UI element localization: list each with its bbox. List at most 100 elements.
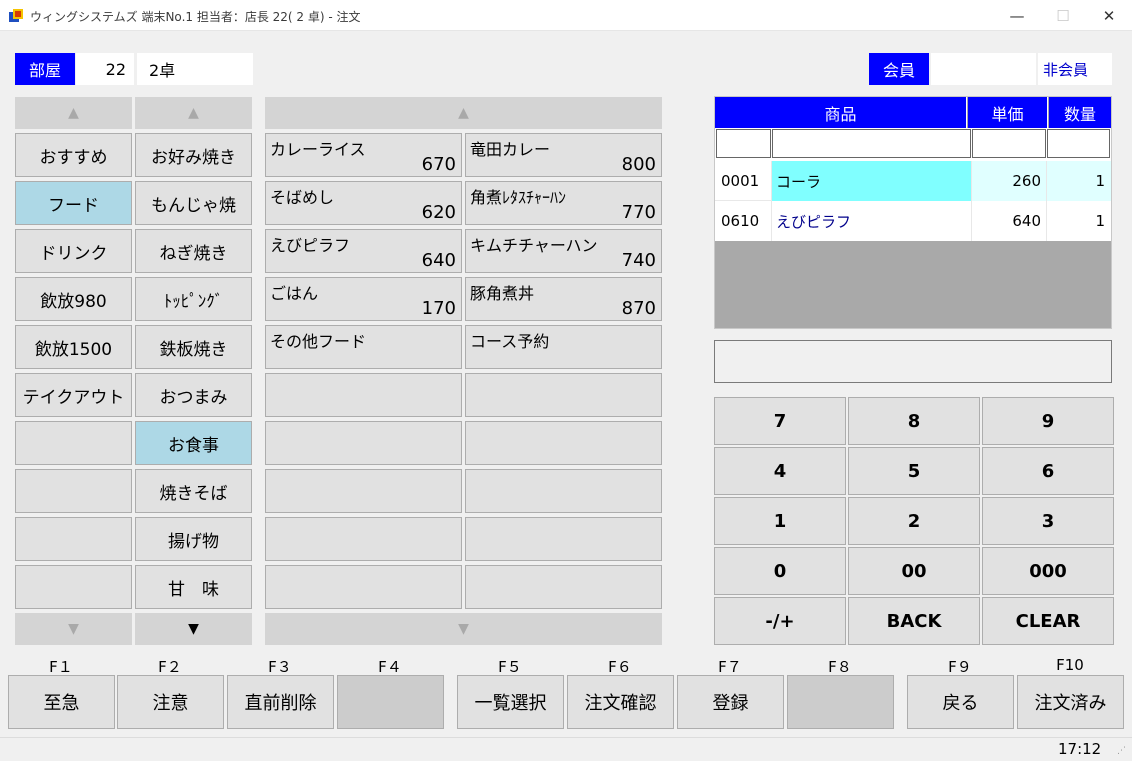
- category2-scroll-up-button[interactable]: ▲: [135, 97, 252, 129]
- resize-grip-icon[interactable]: ⋰: [1117, 746, 1126, 756]
- menu-item-button[interactable]: [465, 421, 662, 465]
- member-status: 非会員: [1038, 53, 1112, 85]
- category-button[interactable]: 焼きそば: [135, 469, 252, 513]
- keypad-key-button[interactable]: -/+: [714, 597, 846, 645]
- function-key-label: F６: [608, 658, 632, 676]
- category2-scroll-down-button[interactable]: ▼: [135, 613, 252, 645]
- keypad-key-button[interactable]: BACK: [848, 597, 980, 645]
- function-key-button[interactable]: [337, 675, 444, 729]
- category-button[interactable]: ドリンク: [15, 229, 132, 273]
- category-button[interactable]: [15, 469, 132, 513]
- keypad-key-button[interactable]: 1: [714, 497, 846, 545]
- function-key-button[interactable]: 戻る: [907, 675, 1014, 729]
- keypad-key-button[interactable]: CLEAR: [982, 597, 1114, 645]
- category-button[interactable]: フード: [15, 181, 132, 225]
- category-button[interactable]: もんじゃ焼: [135, 181, 252, 225]
- menu-item-button[interactable]: [265, 469, 462, 513]
- room-number-field[interactable]: 22: [76, 53, 134, 85]
- menu-item-button[interactable]: その他フード: [265, 325, 462, 369]
- menu-item-button[interactable]: [465, 517, 662, 561]
- menu-item-name: えびピラフ: [270, 236, 351, 255]
- menu-item-button[interactable]: カレーライス 670: [265, 133, 462, 177]
- order-row[interactable]: 0610 えびピラフ 640 1: [715, 201, 1111, 241]
- order-row-name: えびピラフ: [776, 212, 852, 231]
- keypad-key-button[interactable]: 4: [714, 447, 846, 495]
- category-button[interactable]: 飲放1500: [15, 325, 132, 369]
- status-bar: 17:12 ⋰: [0, 737, 1132, 761]
- qty-input[interactable]: [1047, 129, 1110, 158]
- price-input[interactable]: [972, 129, 1046, 158]
- keypad-key-button[interactable]: 3: [982, 497, 1114, 545]
- name-input[interactable]: [772, 129, 971, 158]
- menu-item-button[interactable]: [265, 517, 462, 561]
- order-header-item: 商品: [715, 97, 967, 128]
- category-button[interactable]: ねぎ焼き: [135, 229, 252, 273]
- category1-scroll-up-button[interactable]: ▲: [15, 97, 132, 129]
- menu-scroll-up-button[interactable]: ▲: [265, 97, 662, 129]
- order-row-code: 0001: [721, 172, 760, 190]
- menu-item-button[interactable]: ごはん 170: [265, 277, 462, 321]
- keypad-key-button[interactable]: 5: [848, 447, 980, 495]
- menu-item-button[interactable]: 竜田カレー 800: [465, 133, 662, 177]
- keypad-key-button[interactable]: 2: [848, 497, 980, 545]
- function-key-button[interactable]: 注文済み: [1017, 675, 1124, 729]
- menu-item-button[interactable]: キムチチャーハン 740: [465, 229, 662, 273]
- table-name-field[interactable]: 2卓: [137, 53, 253, 85]
- order-input-row[interactable]: [715, 128, 1111, 161]
- category-button[interactable]: ﾄｯﾋﾟﾝｸﾞ: [135, 277, 252, 321]
- menu-item-button[interactable]: 角煮ﾚﾀｽﾁｬｰﾊﾝ 770: [465, 181, 662, 225]
- menu-item-name: 豚角煮丼: [470, 284, 535, 303]
- menu-item-button[interactable]: そばめし 620: [265, 181, 462, 225]
- category-button[interactable]: [15, 517, 132, 561]
- code-input[interactable]: [716, 129, 771, 158]
- keypad-key-button[interactable]: 8: [848, 397, 980, 445]
- function-key-button[interactable]: 至急: [8, 675, 115, 729]
- menu-item-button[interactable]: [465, 469, 662, 513]
- category-button[interactable]: おつまみ: [135, 373, 252, 417]
- function-key-button[interactable]: [787, 675, 894, 729]
- minimize-button[interactable]: —: [994, 0, 1040, 31]
- category-button[interactable]: [15, 421, 132, 465]
- close-button[interactable]: ✕: [1086, 0, 1132, 31]
- keypad-key-button[interactable]: 7: [714, 397, 846, 445]
- category-button[interactable]: [15, 565, 132, 609]
- function-key-button[interactable]: 登録: [677, 675, 784, 729]
- function-key-button[interactable]: 直前削除: [227, 675, 334, 729]
- order-grid: 商品 単価 数量 0001 コーラ 260 1 0610 えびピラフ 640 1: [714, 96, 1112, 329]
- keypad-key-button[interactable]: 9: [982, 397, 1114, 445]
- category-button[interactable]: 揚げ物: [135, 517, 252, 561]
- function-key-button[interactable]: 注意: [117, 675, 224, 729]
- category-button[interactable]: おすすめ: [15, 133, 132, 177]
- keypad-key-button[interactable]: 00: [848, 547, 980, 595]
- keypad-key-button[interactable]: 000: [982, 547, 1114, 595]
- category-button[interactable]: お食事: [135, 421, 252, 465]
- menu-item-button[interactable]: [265, 421, 462, 465]
- menu-item-name: 角煮ﾚﾀｽﾁｬｰﾊﾝ: [470, 188, 567, 207]
- menu-item-button[interactable]: 豚角煮丼 870: [465, 277, 662, 321]
- keypad-key-button[interactable]: 6: [982, 447, 1114, 495]
- category-button[interactable]: 甘 味: [135, 565, 252, 609]
- menu-item-price: 740: [621, 250, 656, 271]
- category1-scroll-down-button[interactable]: ▼: [15, 613, 132, 645]
- category-button[interactable]: テイクアウト: [15, 373, 132, 417]
- category-button[interactable]: 飲放980: [15, 277, 132, 321]
- menu-item-button[interactable]: [465, 373, 662, 417]
- menu-item-button[interactable]: えびピラフ 640: [265, 229, 462, 273]
- menu-item-name: その他フード: [270, 332, 367, 351]
- category-button[interactable]: 鉄板焼き: [135, 325, 252, 369]
- maximize-button[interactable]: ☐: [1040, 0, 1086, 31]
- category-button[interactable]: お好み焼き: [135, 133, 252, 177]
- member-id-field[interactable]: [931, 53, 1036, 85]
- order-row[interactable]: 0001 コーラ 260 1: [715, 161, 1111, 201]
- menu-item-name: ごはん: [270, 284, 319, 303]
- function-key-button[interactable]: 一覧選択: [457, 675, 564, 729]
- function-key-button[interactable]: 注文確認: [567, 675, 674, 729]
- menu-item-name: カレーライス: [270, 140, 366, 159]
- menu-item-button[interactable]: [465, 565, 662, 609]
- menu-scroll-down-button[interactable]: ▼: [265, 613, 662, 645]
- menu-item-button[interactable]: コース予約: [465, 325, 662, 369]
- menu-item-name: コース予約: [470, 332, 550, 351]
- menu-item-button[interactable]: [265, 565, 462, 609]
- keypad-key-button[interactable]: 0: [714, 547, 846, 595]
- menu-item-button[interactable]: [265, 373, 462, 417]
